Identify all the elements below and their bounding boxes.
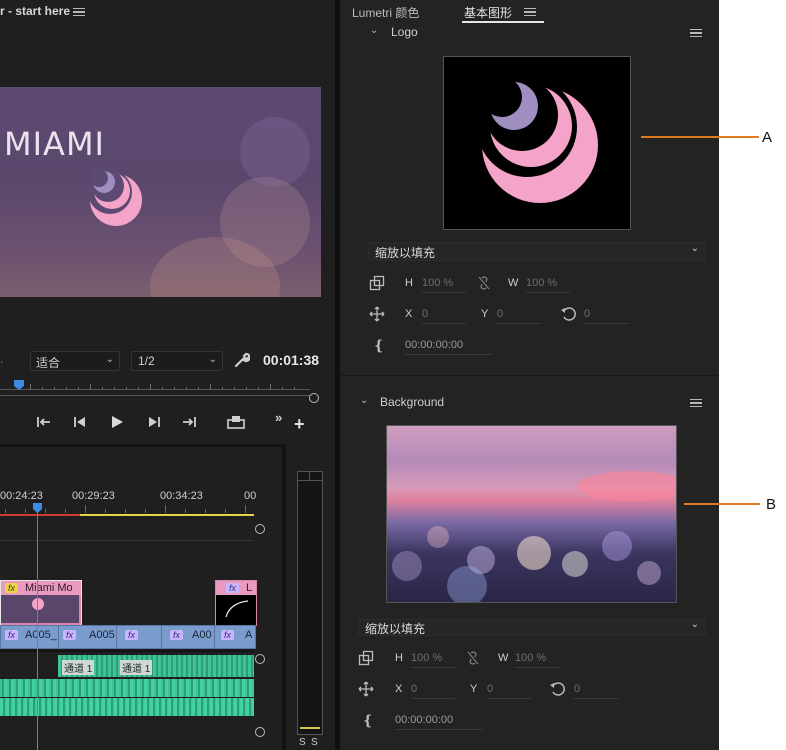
background-width-field[interactable]: 100 % xyxy=(515,652,559,668)
background-scale-select[interactable]: 缩放以填充 ⌄ xyxy=(358,619,706,636)
more-controls-icon[interactable]: » xyxy=(275,410,282,425)
callout-label-a: A xyxy=(762,129,773,146)
tab-lumetri-color[interactable]: Lumetri 颜色 xyxy=(352,4,419,21)
audio-track-a2[interactable] xyxy=(0,679,254,697)
background-x-label: X xyxy=(395,683,403,695)
hamburger-icon[interactable] xyxy=(690,396,702,414)
logo-x-label: X xyxy=(405,308,413,320)
logo-w-label: W xyxy=(508,277,519,289)
callout-line-b xyxy=(684,503,760,505)
video-clip[interactable]: fx A xyxy=(214,625,256,649)
callout-label-b: B xyxy=(766,496,777,513)
callout-line-a xyxy=(641,136,759,138)
chevron-down-icon: ⌄ xyxy=(690,619,699,630)
preview-logo xyxy=(88,169,142,226)
logo-h-label: H xyxy=(405,277,413,289)
chevron-down-icon: ⌄ xyxy=(208,354,217,365)
background-rotation-field[interactable]: 0 xyxy=(574,683,618,699)
logo-thumbnail[interactable] xyxy=(443,56,631,230)
chevron-down-icon: ⌄ xyxy=(105,354,114,365)
track-scroll-handle[interactable] xyxy=(255,727,265,737)
link-icon[interactable] xyxy=(477,275,491,291)
play-icon[interactable] xyxy=(110,415,124,429)
section-title-background: Background xyxy=(380,395,445,409)
audio-track-a1[interactable]: 通道 1 通道 1 xyxy=(0,655,254,677)
move-icon xyxy=(369,306,385,322)
logo-width-field[interactable]: 100 % xyxy=(526,277,570,293)
move-icon xyxy=(358,681,374,697)
logo-y-label: Y xyxy=(481,308,489,320)
logo-height-field[interactable]: 100 % xyxy=(422,277,466,293)
background-y-field[interactable]: 0 xyxy=(487,683,531,699)
chevron-down-icon: ⌄ xyxy=(690,243,699,254)
video-clip[interactable]: fx A005 xyxy=(58,625,117,649)
hamburger-icon[interactable] xyxy=(524,5,536,23)
background-w-label: W xyxy=(498,652,509,664)
audio-track-a3[interactable] xyxy=(0,698,254,716)
background-y-label: Y xyxy=(470,683,478,695)
track-scroll-handle[interactable] xyxy=(255,524,265,534)
background-thumbnail[interactable] xyxy=(386,425,677,603)
step-back-icon[interactable] xyxy=(72,416,88,428)
audio-clip-label: 通道 1 xyxy=(62,660,95,675)
graphic-clip[interactable]: fx Miami Mo xyxy=(0,580,82,626)
link-icon[interactable] xyxy=(466,650,480,666)
go-to-in-icon[interactable] xyxy=(36,415,52,429)
scale-icon xyxy=(358,650,374,666)
video-clip[interactable]: fx A005_ xyxy=(0,625,59,649)
preview-title-text: MIAMI xyxy=(4,125,105,163)
render-bar-red xyxy=(0,514,80,516)
monitor-title[interactable]: r - start here xyxy=(0,4,70,18)
section-title-logo: Logo xyxy=(391,25,418,39)
ruler-label: 00 xyxy=(244,490,257,502)
video-clip[interactable]: fx xyxy=(116,625,162,649)
background-timecode-field[interactable]: 00:00:00:00 xyxy=(395,714,483,730)
wrench-icon[interactable] xyxy=(234,352,250,368)
logo-scale-select[interactable]: 缩放以填充 ⌄ xyxy=(368,242,706,261)
rotate-icon xyxy=(561,307,576,321)
rotate-icon xyxy=(550,682,565,696)
zoom-handle[interactable] xyxy=(309,393,319,403)
logo-timecode-field[interactable]: 00:00:00:00 xyxy=(405,339,493,355)
anchor-icon: ❴ xyxy=(362,712,374,728)
logo-x-field[interactable]: 0 xyxy=(422,308,466,324)
playhead-line xyxy=(37,512,38,750)
track-scroll-handle[interactable] xyxy=(255,654,265,664)
logo-rotation-field[interactable]: 0 xyxy=(584,308,628,324)
video-clip[interactable]: fx A00 xyxy=(161,625,215,649)
logo-y-field[interactable]: 0 xyxy=(497,308,541,324)
render-bar-yellow xyxy=(80,514,254,516)
resolution-select[interactable]: 1/2 ⌄ xyxy=(131,351,223,371)
chevron-down-icon[interactable]: ⌄ xyxy=(370,25,378,36)
export-frame-icon[interactable] xyxy=(226,414,246,430)
anchor-icon: ❴ xyxy=(373,337,385,353)
hamburger-icon[interactable] xyxy=(690,26,702,44)
program-preview[interactable]: MIAMI xyxy=(0,87,321,297)
monitor-timecode[interactable]: 00:01:38 xyxy=(263,352,319,368)
hamburger-icon[interactable] xyxy=(73,5,85,23)
go-to-out-icon[interactable] xyxy=(181,415,197,429)
background-height-field[interactable]: 100 % xyxy=(411,652,455,668)
step-forward-icon[interactable] xyxy=(146,416,162,428)
ruler-label: 00:24:23 xyxy=(0,490,43,502)
scale-icon xyxy=(369,275,385,291)
tab-essential-graphics[interactable]: 基本图形 xyxy=(464,4,512,21)
graphic-clip-2[interactable]: fx L xyxy=(215,580,257,626)
audio-meter xyxy=(297,471,323,735)
callout-margin xyxy=(719,0,786,750)
background-h-label: H xyxy=(395,652,403,664)
monitor-ruler[interactable] xyxy=(0,380,310,390)
solo-button[interactable]: S xyxy=(311,737,318,748)
solo-button[interactable]: S xyxy=(299,737,306,748)
ruler-label: 00:34:23 xyxy=(160,490,203,502)
fit-select[interactable]: 适合 ⌄ xyxy=(30,351,120,371)
add-icon[interactable]: + xyxy=(294,415,305,433)
chevron-down-icon[interactable]: ⌄ xyxy=(360,395,368,406)
background-x-field[interactable]: 0 xyxy=(411,683,455,699)
ruler-label: 00:29:23 xyxy=(72,490,115,502)
audio-clip-label: 通道 1 xyxy=(120,660,153,675)
